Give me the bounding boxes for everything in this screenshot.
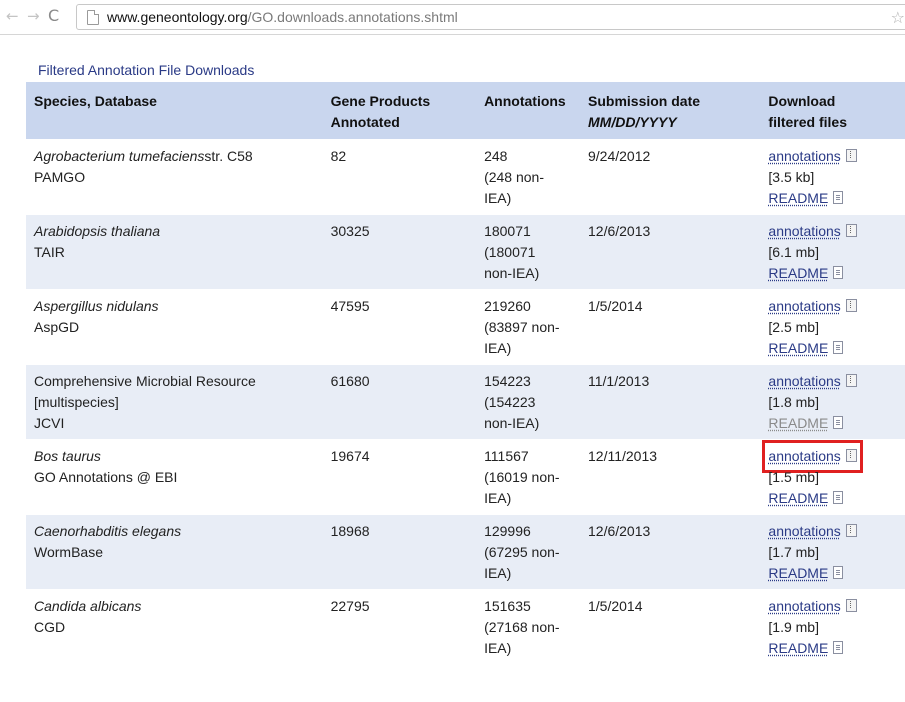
annotations-download-link[interactable]: annotations bbox=[768, 148, 840, 164]
zip-file-icon bbox=[845, 224, 857, 237]
document-icon bbox=[833, 416, 844, 429]
download-cell: annotations [1.7 mb] README bbox=[760, 514, 905, 590]
annotations-download-link[interactable]: annotations bbox=[768, 448, 840, 464]
species-cell: Comprehensive Microbial Resource [multisp… bbox=[26, 364, 323, 440]
gene-products-cell: 19674 bbox=[322, 439, 477, 515]
address-bar[interactable]: www.geneontology.org/GO.downloads.annota… bbox=[76, 4, 905, 30]
forward-arrow-icon[interactable]: → bbox=[27, 7, 40, 25]
annotations-cell: 219260 (83897 non- IEA) bbox=[476, 289, 580, 365]
column-header-species: Species, Database bbox=[26, 82, 323, 140]
submission-date-cell: 12/11/2013 bbox=[580, 439, 761, 515]
gene-products-cell: 47595 bbox=[322, 289, 477, 365]
column-header-annotations: Annotations bbox=[476, 82, 580, 140]
annotations-cell: 111567 (16019 non- IEA) bbox=[476, 439, 580, 515]
zip-file-icon bbox=[845, 524, 857, 537]
download-cell: annotations [2.5 mb] README bbox=[760, 289, 905, 365]
reload-icon[interactable]: C bbox=[48, 7, 59, 25]
document-icon bbox=[833, 341, 844, 354]
table-row: Comprehensive Microbial Resource [multisp… bbox=[26, 364, 905, 440]
document-icon bbox=[833, 191, 844, 204]
back-arrow-icon[interactable]: ← bbox=[6, 7, 19, 25]
document-icon bbox=[833, 566, 844, 579]
zip-file-icon bbox=[845, 149, 857, 162]
section-title: Filtered Annotation File Downloads bbox=[38, 62, 255, 78]
table-row: Bos taurus GO Annotations @ EBI 19674 111… bbox=[26, 439, 905, 515]
species-cell: Caenorhabditis elegans WormBase bbox=[26, 514, 323, 590]
annotations-cell: 154223 (154223 non-IEA) bbox=[476, 364, 580, 440]
submission-date-cell: 12/6/2013 bbox=[580, 214, 761, 290]
gene-products-cell: 30325 bbox=[322, 214, 477, 290]
document-icon bbox=[833, 641, 844, 654]
file-size: [2.5 mb] bbox=[768, 319, 819, 335]
annotations-cell: 129996 (67295 non- IEA) bbox=[476, 514, 580, 590]
annotation-downloads-table: Species, Database Gene Products Annotated… bbox=[26, 82, 905, 664]
table-row: Aspergillus nidulans AspGD 47595 219260 (8… bbox=[26, 289, 905, 365]
annotations-download-link[interactable]: annotations bbox=[768, 373, 840, 389]
zip-file-icon bbox=[845, 299, 857, 312]
annotations-cell: 248 (248 non- IEA) bbox=[476, 139, 580, 215]
table-row: Arabidopsis thaliana TAIR 30325 180071 (18… bbox=[26, 214, 905, 290]
submission-date-cell: 1/5/2014 bbox=[580, 289, 761, 365]
readme-link[interactable]: README bbox=[768, 190, 828, 206]
file-size: [3.5 kb] bbox=[768, 169, 815, 185]
download-cell: annotations [1.5 mb] README bbox=[760, 439, 905, 515]
file-size: [1.8 mb] bbox=[768, 394, 819, 410]
table-row: Agrobacterium tumefaciensstr. C58 PAMGO 8… bbox=[26, 139, 905, 215]
bookmark-star-icon[interactable]: ☆ bbox=[891, 8, 905, 27]
annotations-download-link[interactable]: annotations bbox=[768, 298, 840, 314]
page-icon bbox=[87, 10, 99, 25]
species-cell: Arabidopsis thaliana TAIR bbox=[26, 214, 323, 290]
species-cell: Bos taurus GO Annotations @ EBI bbox=[26, 439, 323, 515]
zip-file-icon bbox=[845, 449, 857, 462]
gene-products-cell: 22795 bbox=[322, 589, 477, 664]
submission-date-cell: 9/24/2012 bbox=[580, 139, 761, 215]
column-header-submission-date: Submission date MM/DD/YYYY bbox=[580, 82, 761, 140]
zip-file-icon bbox=[845, 374, 857, 387]
file-size: [1.5 mb] bbox=[768, 469, 819, 485]
gene-products-cell: 18968 bbox=[322, 514, 477, 590]
table-row: Caenorhabditis elegans WormBase 18968 129… bbox=[26, 514, 905, 590]
download-cell: annotations [1.9 mb] README bbox=[760, 589, 905, 664]
readme-link[interactable]: README bbox=[768, 490, 828, 506]
document-icon bbox=[833, 491, 844, 504]
annotations-download-link[interactable]: annotations bbox=[768, 223, 840, 239]
download-cell: annotations [1.8 mb] README bbox=[760, 364, 905, 440]
submission-date-cell: 11/1/2013 bbox=[580, 364, 761, 440]
download-cell: annotations [6.1 mb] README bbox=[760, 214, 905, 290]
annotations-cell: 180071 (180071 non-IEA) bbox=[476, 214, 580, 290]
readme-link[interactable]: README bbox=[768, 415, 828, 431]
annotations-download-link[interactable]: annotations bbox=[768, 523, 840, 539]
document-icon bbox=[833, 266, 844, 279]
column-header-gene-products: Gene Products Annotated bbox=[322, 82, 477, 140]
zip-file-icon bbox=[845, 599, 857, 612]
readme-link[interactable]: README bbox=[768, 565, 828, 581]
species-cell: Aspergillus nidulans AspGD bbox=[26, 289, 323, 365]
readme-link[interactable]: README bbox=[768, 265, 828, 281]
column-header-download: Download filtered files bbox=[760, 82, 905, 140]
species-cell: Candida albicans CGD bbox=[26, 589, 323, 664]
table-header-row: Species, Database Gene Products Annotated… bbox=[26, 82, 905, 140]
browser-toolbar: ← → C www.geneontology.org/GO.downloads.… bbox=[0, 0, 905, 35]
url-text[interactable]: www.geneontology.org/GO.downloads.annota… bbox=[107, 9, 458, 25]
file-size: [1.9 mb] bbox=[768, 619, 819, 635]
gene-products-cell: 61680 bbox=[322, 364, 477, 440]
table-row: Candida albicans CGD 22795 151635 (27168 n… bbox=[26, 589, 905, 664]
annotations-cell: 151635 (27168 non- IEA) bbox=[476, 589, 580, 664]
annotations-download-link[interactable]: annotations bbox=[768, 598, 840, 614]
species-cell: Agrobacterium tumefaciensstr. C58 PAMGO bbox=[26, 139, 323, 215]
download-cell: annotations [3.5 kb] README bbox=[760, 139, 905, 215]
file-size: [6.1 mb] bbox=[768, 244, 819, 260]
gene-products-cell: 82 bbox=[322, 139, 477, 215]
highlighted-annotations-link: annotations bbox=[762, 440, 863, 473]
readme-link[interactable]: README bbox=[768, 640, 828, 656]
file-size: [1.7 mb] bbox=[768, 544, 819, 560]
submission-date-cell: 12/6/2013 bbox=[580, 514, 761, 590]
readme-link[interactable]: README bbox=[768, 340, 828, 356]
submission-date-cell: 1/5/2014 bbox=[580, 589, 761, 664]
